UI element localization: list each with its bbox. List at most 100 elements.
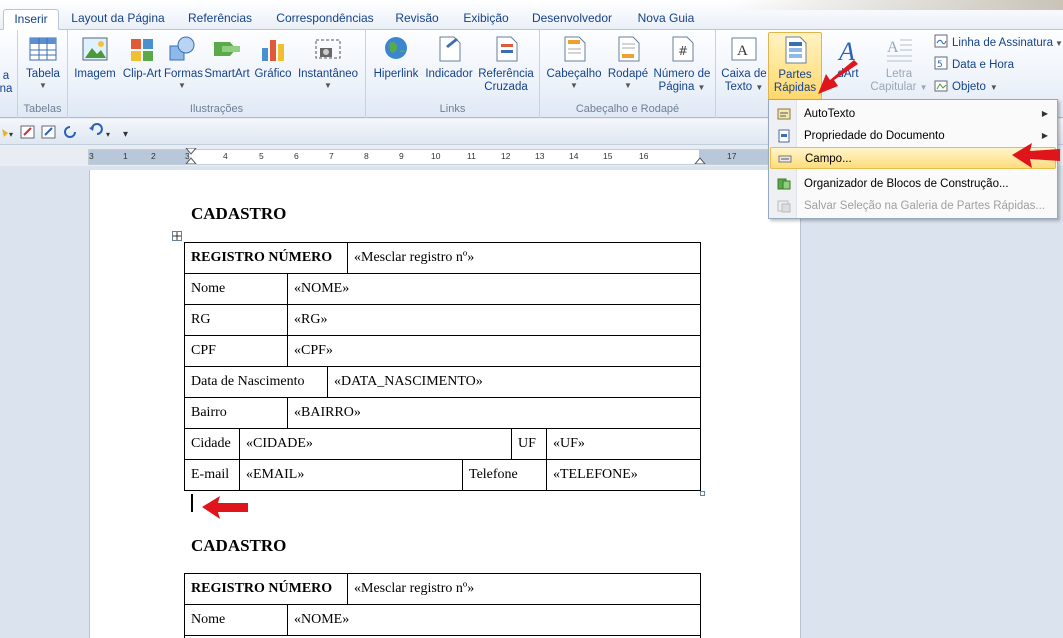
cabecalho-button[interactable]: Cabeçalho ▼ xyxy=(544,34,604,90)
partial-button[interactable]: a na xyxy=(0,70,14,96)
table-cell-field[interactable]: «RG» xyxy=(288,305,700,335)
table-cell-label[interactable]: Nome xyxy=(185,605,288,635)
instantaneo-button[interactable]: Instantâneo ▼ xyxy=(294,34,362,90)
table-cell-field[interactable]: «NOME» xyxy=(288,274,700,304)
tab-nova-guia[interactable]: Nova Guia xyxy=(631,9,701,30)
formas-button[interactable]: Formas ▼ xyxy=(164,34,203,90)
tab-layout-da-pagina[interactable]: Layout da Página xyxy=(66,9,170,30)
calendar-icon: 5 xyxy=(934,56,948,70)
numero-pagina-button[interactable]: # Número de Página ▼ xyxy=(650,34,714,94)
tab-desenvolvedor[interactable]: Desenvolvedor xyxy=(527,9,617,30)
menu-item-label: Salvar Seleção na Galeria de Partes Rápi… xyxy=(804,200,1045,212)
group-tabelas: Tabela ▼ Tabelas xyxy=(18,30,68,118)
svg-text:▾: ▾ xyxy=(123,129,128,140)
table-row: REGISTRO NÚMERO «Mesclar registro nº» xyxy=(185,574,700,605)
table-cell-label[interactable]: Data de Nascimento xyxy=(185,367,328,397)
table-cell-field[interactable]: «EMAIL» xyxy=(240,460,463,490)
partial-group: a na xyxy=(0,30,18,118)
table-cell-field[interactable]: «CIDADE» xyxy=(240,429,512,459)
objeto-button[interactable]: Objeto ▼ xyxy=(934,78,1054,96)
group-label-links: Links xyxy=(439,103,466,115)
hiperlink-button[interactable]: Hiperlink xyxy=(370,34,422,81)
indicador-button[interactable]: Indicador xyxy=(422,34,476,81)
shapes-icon xyxy=(167,34,197,64)
table-cell-label[interactable]: Cidade xyxy=(185,429,240,459)
caixa-de-texto-button[interactable]: A Caixa de Texto ▼ xyxy=(720,34,768,94)
menu-item-autotexto[interactable]: AutoTexto ▶ xyxy=(770,103,1056,125)
rodape-label: Rodapé xyxy=(607,68,649,80)
table-row: Cidade «CIDADE» UF «UF» xyxy=(185,429,700,460)
objeto-label: Objeto xyxy=(952,81,986,93)
indent-marker-icon[interactable] xyxy=(184,148,198,164)
table-cell-label[interactable]: E-mail xyxy=(185,460,240,490)
red-arrow-icon xyxy=(818,60,858,94)
table-cell-field[interactable]: «DATA_NASCIMENTO» xyxy=(328,367,700,397)
right-indent-marker-icon[interactable] xyxy=(693,148,707,164)
globe-icon xyxy=(381,34,411,64)
table-cell-label[interactable]: CPF xyxy=(185,336,288,366)
linha-de-assinatura-button[interactable]: Linha de Assinatura ▼ xyxy=(934,34,1063,52)
table-cell-label[interactable]: RG xyxy=(185,305,288,335)
tab-inserir[interactable]: Inserir xyxy=(3,9,59,30)
tab-correspondencias[interactable]: Correspondências xyxy=(270,9,380,30)
ruler-number: 2 xyxy=(151,151,156,161)
menu-item-label: Campo... xyxy=(805,153,852,165)
smartart-label: SmartArt xyxy=(204,68,250,80)
chevron-right-icon: ▶ xyxy=(1041,109,1048,118)
rodape-button[interactable]: Rodapé ▼ xyxy=(604,34,652,90)
table-cell-field[interactable]: «Mesclar registro nº» xyxy=(348,243,700,273)
cabecalho-label: Cabeçalho xyxy=(546,68,602,80)
imagem-button[interactable]: Imagem xyxy=(72,34,118,81)
object-icon xyxy=(934,78,948,92)
title-shadow xyxy=(733,0,1063,10)
ribbon-tab-bar: Inserir Layout da Página Referências Cor… xyxy=(0,0,1063,30)
table-cell-label[interactable]: Nome xyxy=(185,274,288,304)
data-e-hora-button[interactable]: 5 Data e Hora xyxy=(934,56,1054,74)
formas-label: Formas xyxy=(164,68,203,80)
linha-assinatura-label: Linha de Assinatura xyxy=(952,37,1054,49)
ruler-number: 4 xyxy=(223,151,228,161)
grafico-button[interactable]: Gráfico xyxy=(252,34,294,81)
table-cell-label[interactable]: Bairro xyxy=(185,398,288,428)
group-ilustracoes: Imagem Clip-Art Formas ▼ SmartArt Gráfic… xyxy=(68,30,366,118)
table-row: Nome «NOME» xyxy=(185,274,700,305)
clip-art-button[interactable]: Clip-Art xyxy=(120,34,164,81)
smartart-button[interactable]: SmartArt xyxy=(204,34,250,81)
svg-text:#: # xyxy=(678,44,688,58)
page-number-icon: # xyxy=(667,34,697,64)
table-cell-field[interactable]: «Mesclar registro nº» xyxy=(348,574,700,604)
table-cell-field[interactable]: «UF» xyxy=(547,429,700,459)
pagina-label: Página xyxy=(658,81,695,93)
ruler-left-margin xyxy=(89,150,189,164)
table-cell-label[interactable]: REGISTRO NÚMERO xyxy=(185,243,348,273)
ruler-number: 6 xyxy=(294,151,299,161)
heading-cadastro-2: CADASTRO xyxy=(191,536,287,555)
table-cell-field[interactable]: «BAIRRO» xyxy=(288,398,700,428)
table-resize-handle[interactable] xyxy=(700,491,705,496)
rapidas-label: Rápidas xyxy=(773,82,817,94)
ruler-number: 12 xyxy=(501,151,511,161)
tab-referencias[interactable]: Referências xyxy=(182,9,258,30)
table-move-handle-icon[interactable] xyxy=(172,231,182,241)
table-cell-field[interactable]: «TELEFONE» xyxy=(547,460,700,490)
quick-parts-icon xyxy=(780,35,810,65)
ruler-number: 16 xyxy=(639,151,649,161)
table-cell-field[interactable]: «NOME» xyxy=(288,605,700,635)
tab-exibicao[interactable]: Exibição xyxy=(458,9,514,30)
table-row: CPF «CPF» xyxy=(185,336,700,367)
ruler-number: 13 xyxy=(535,151,545,161)
letra-capitular-button[interactable]: A Letra Capitular ▼ xyxy=(870,34,928,94)
tab-revisao[interactable]: Revisão xyxy=(390,9,444,30)
ruler-number: 11 xyxy=(467,151,476,161)
table-row: Data de Nascimento «DATA_NASCIMENTO» xyxy=(185,367,700,398)
horizontal-ruler[interactable]: 3 1 2 3 4 5 6 7 8 9 10 11 12 13 14 15 16… xyxy=(88,148,800,165)
table-cell-label[interactable]: Telefone xyxy=(463,460,547,490)
table-cell-label[interactable]: UF xyxy=(512,429,547,459)
referencia-cruzada-button[interactable]: Referência Cruzada xyxy=(476,34,536,94)
cadastro-table-1: REGISTRO NÚMERO «Mesclar registro nº» No… xyxy=(184,242,701,491)
menu-item-organizador-blocos[interactable]: Organizador de Blocos de Construção... xyxy=(770,173,1056,195)
tabela-button[interactable]: Tabela ▼ xyxy=(22,34,64,90)
text-cursor xyxy=(191,494,193,512)
table-cell-label[interactable]: REGISTRO NÚMERO xyxy=(185,574,348,604)
table-cell-field[interactable]: «CPF» xyxy=(288,336,700,366)
